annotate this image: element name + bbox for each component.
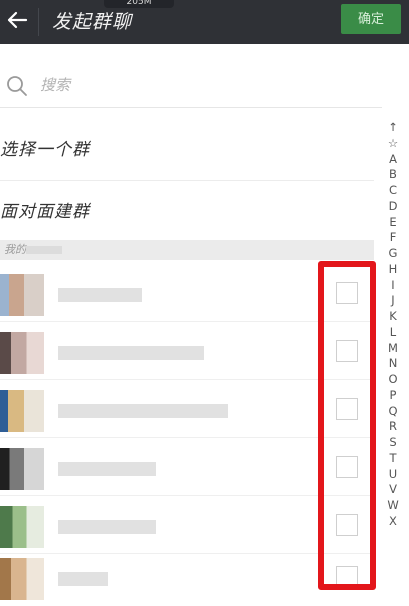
index-letter[interactable]: U [389, 467, 397, 483]
index-letter[interactable]: E [389, 215, 396, 231]
contact-name-blurred [58, 288, 142, 302]
index-letter[interactable]: J [391, 293, 394, 309]
checkbox-highlight-frame [318, 261, 376, 590]
select-group-label: 选择一个群 [0, 140, 90, 160]
index-letter[interactable]: T [389, 451, 396, 467]
contact-name-blurred [58, 346, 204, 360]
avatar [0, 448, 44, 490]
index-letter[interactable]: O [388, 372, 397, 388]
contact-name-blurred [58, 520, 156, 534]
page-title: 发起群聊 [52, 11, 133, 33]
search-input[interactable]: 搜索 [40, 74, 70, 95]
index-letter[interactable]: L [390, 325, 396, 341]
avatar [0, 332, 44, 374]
face-to-face-label: 面对面建群 [0, 202, 90, 222]
index-letter[interactable]: H [389, 262, 398, 278]
index-letter[interactable]: A [389, 152, 397, 168]
alphabet-index[interactable]: ↑ ☆ A B C D E F G H I J K L M N O P Q R … [383, 120, 403, 592]
contact-name-blurred [58, 404, 228, 418]
index-letter[interactable]: W [387, 498, 398, 514]
index-letter[interactable]: N [389, 356, 398, 372]
index-letter[interactable]: K [389, 309, 397, 325]
face-to-face-item[interactable]: 面对面建群 [0, 182, 374, 242]
index-letter[interactable]: ↑ [388, 120, 398, 136]
confirm-button[interactable]: 确定 [341, 4, 401, 34]
section-blur [26, 246, 62, 254]
section-header: 我的 [0, 240, 374, 260]
search-icon [6, 75, 28, 97]
divider [0, 180, 374, 181]
index-letter[interactable]: D [389, 199, 398, 215]
section-label: 我的 [4, 243, 26, 256]
contact-name-blurred [58, 572, 108, 586]
avatar [0, 506, 44, 548]
index-letter[interactable]: X [389, 514, 397, 530]
index-letter[interactable]: P [390, 388, 397, 404]
index-letter[interactable]: M [388, 341, 398, 357]
index-letter[interactable]: Q [388, 404, 397, 420]
index-letter[interactable]: B [389, 167, 397, 183]
index-letter[interactable]: I [391, 278, 394, 294]
index-letter[interactable]: V [389, 482, 397, 498]
header-divider [38, 8, 39, 36]
top-bar: 205M 发起群聊 确定 [0, 0, 409, 44]
avatar [0, 558, 44, 600]
index-letter[interactable]: C [389, 183, 397, 199]
search-bar[interactable]: 搜索 [0, 60, 380, 108]
search-underline [0, 107, 382, 108]
index-letter[interactable]: G [389, 246, 398, 262]
avatar [0, 274, 44, 316]
avatar [0, 390, 44, 432]
index-letter[interactable]: F [390, 230, 397, 246]
status-overlay: 205M [104, 0, 174, 8]
index-letter[interactable]: S [389, 435, 396, 451]
index-letter[interactable]: R [389, 419, 397, 435]
select-group-item[interactable]: 选择一个群 [0, 120, 374, 180]
index-letter[interactable]: ☆ [388, 136, 398, 152]
contact-name-blurred [58, 462, 156, 476]
arrow-left-icon[interactable] [6, 9, 28, 31]
